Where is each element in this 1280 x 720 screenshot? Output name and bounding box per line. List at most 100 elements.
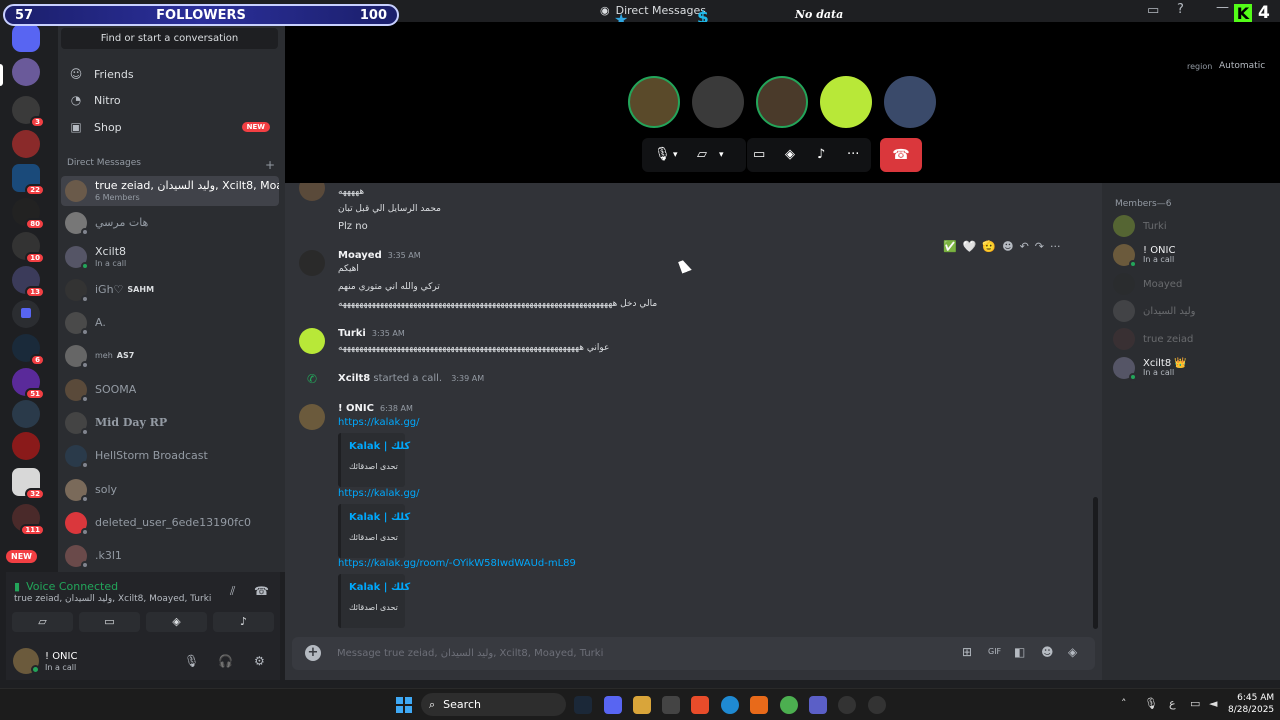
- chat-scrollbar[interactable]: [1093, 497, 1098, 629]
- home-discord-icon[interactable]: [12, 24, 40, 52]
- member-item[interactable]: ! ONIC In a call: [1113, 242, 1273, 268]
- call-participant-avatar[interactable]: [884, 76, 936, 128]
- gif-icon[interactable]: GIF: [988, 647, 1001, 656]
- dm-item[interactable]: Xcilt8 In a call: [61, 242, 279, 272]
- dm-item[interactable]: .k3l1: [61, 541, 279, 571]
- screen-share-button[interactable]: ▭: [79, 612, 140, 632]
- reaction-salute[interactable]: 🫡: [982, 240, 996, 253]
- server-icon[interactable]: 3: [12, 96, 45, 128]
- server-icon[interactable]: 6: [12, 334, 45, 366]
- server-icon[interactable]: 10: [12, 232, 45, 264]
- nav-shop[interactable]: ▣ Shop NEW: [66, 115, 278, 139]
- server-icon[interactable]: 111: [12, 504, 45, 536]
- server-icon[interactable]: [12, 130, 40, 158]
- app-icon[interactable]: [662, 696, 680, 714]
- call-participant-avatar[interactable]: [628, 76, 680, 128]
- server-icon[interactable]: 13: [12, 266, 45, 298]
- dm-item[interactable]: SOOMA: [61, 375, 279, 405]
- microphone-icon[interactable]: 🎙: [654, 147, 671, 162]
- tray-chevron-icon[interactable]: ˄: [1121, 697, 1127, 710]
- dm-item[interactable]: soly: [61, 475, 279, 505]
- server-icon[interactable]: 80: [12, 198, 45, 230]
- screen-share-icon[interactable]: ▭: [753, 147, 765, 162]
- message-input[interactable]: [337, 645, 897, 662]
- nav-nitro[interactable]: ◔ Nitro: [66, 88, 278, 112]
- activity-icon[interactable]: ◈: [785, 147, 795, 162]
- apps-icon[interactable]: ◈: [1068, 645, 1077, 659]
- taskbar-clock[interactable]: 6:45 AM 8/28/2025: [1228, 693, 1274, 716]
- server-icon[interactable]: 32: [12, 468, 45, 500]
- server-icon[interactable]: [12, 432, 40, 460]
- embed-title[interactable]: Kalak | كلك: [349, 441, 410, 452]
- message-link[interactable]: https://kalak.gg/: [338, 417, 420, 428]
- soundboard-button[interactable]: ♪: [213, 612, 274, 632]
- minimize-icon[interactable]: —: [1216, 0, 1229, 15]
- activity-button[interactable]: ◈: [146, 612, 207, 632]
- help-icon[interactable]: ?: [1177, 2, 1184, 17]
- chrome-icon[interactable]: [780, 696, 798, 714]
- more-icon[interactable]: ···: [847, 147, 859, 162]
- server-icon[interactable]: 22: [12, 164, 45, 196]
- server-icon[interactable]: 51: [12, 368, 45, 400]
- file-explorer-icon[interactable]: [633, 696, 651, 714]
- reply-icon[interactable]: ↶: [1020, 240, 1029, 253]
- message-avatar[interactable]: [299, 250, 325, 276]
- member-item[interactable]: Moayed: [1113, 271, 1273, 297]
- add-dm-plus-icon[interactable]: +: [265, 158, 275, 172]
- message-author[interactable]: ! ONIC 6:38 AM: [338, 403, 413, 414]
- message-link[interactable]: https://kalak.gg/room/-OYikW58IwdWAUd-mL…: [338, 558, 576, 569]
- disconnect-icon[interactable]: ☎: [254, 584, 269, 598]
- member-item[interactable]: Turki: [1113, 213, 1273, 239]
- volume-icon[interactable]: ◄: [1209, 697, 1217, 710]
- discord-taskbar-icon[interactable]: [604, 696, 622, 714]
- server-icon[interactable]: [12, 400, 40, 428]
- microphone-icon[interactable]: 🎙: [1144, 697, 1158, 710]
- settings-gear-icon[interactable]: ⚙: [254, 654, 265, 668]
- add-reaction-icon[interactable]: ☻: [1002, 240, 1013, 253]
- windows-start-icon[interactable]: [396, 697, 412, 713]
- more-icon[interactable]: ···: [1050, 240, 1061, 253]
- folder-icon[interactable]: [12, 300, 40, 328]
- dm-item[interactable]: iGh♡ SAHM: [61, 275, 279, 305]
- message-author[interactable]: Turki 3:35 AM: [338, 328, 405, 339]
- reaction-heart[interactable]: 🤍: [963, 240, 977, 253]
- emoji-icon[interactable]: ☻: [1041, 645, 1054, 659]
- headphones-icon[interactable]: 🎧: [218, 654, 233, 668]
- find-conversation-button[interactable]: Find or start a conversation: [61, 28, 278, 49]
- hang-up-button[interactable]: ☎: [880, 138, 922, 172]
- member-item[interactable]: وليد السيدان: [1113, 298, 1273, 324]
- forward-icon[interactable]: ↷: [1035, 240, 1044, 253]
- message-avatar[interactable]: [299, 404, 325, 430]
- dm-item[interactable]: Mid Day RP: [61, 408, 279, 438]
- sticker-icon[interactable]: ◧: [1014, 645, 1025, 659]
- steam-icon[interactable]: [574, 696, 592, 714]
- camera-button[interactable]: ▱: [12, 612, 73, 632]
- gift-icon[interactable]: ⊞: [962, 645, 972, 659]
- edge-icon[interactable]: [721, 696, 739, 714]
- message-link[interactable]: https://kalak.gg/: [338, 488, 420, 499]
- dm-item[interactable]: HellStorm Broadcast: [61, 441, 279, 471]
- reaction-check[interactable]: ✅: [943, 240, 957, 253]
- dm-item-group[interactable]: true zeiad, وليد السيدان, Xcilt8, Moaye.…: [61, 176, 279, 206]
- nav-friends[interactable]: ☺ Friends: [66, 62, 278, 86]
- chevron-down-icon[interactable]: ▾: [673, 150, 678, 160]
- message-author[interactable]: Moayed 3:35 AM: [338, 250, 421, 261]
- soundboard-icon[interactable]: ♪: [817, 147, 825, 162]
- message-avatar[interactable]: [299, 328, 325, 354]
- embed-title[interactable]: Kalak | كلك: [349, 512, 410, 523]
- inbox-icon[interactable]: ▭: [1147, 3, 1159, 18]
- language-indicator[interactable]: ع: [1169, 697, 1176, 710]
- app-icon[interactable]: [691, 696, 709, 714]
- noise-suppression-icon[interactable]: ⫽: [230, 584, 235, 599]
- app-icon[interactable]: [750, 696, 768, 714]
- call-participant-avatar[interactable]: [820, 76, 872, 128]
- call-participant-avatar[interactable]: [692, 76, 744, 128]
- member-item[interactable]: true zeiad: [1113, 326, 1273, 352]
- attach-plus-icon[interactable]: +: [305, 645, 321, 661]
- teams-icon[interactable]: [809, 696, 827, 714]
- app-icon[interactable]: [868, 696, 886, 714]
- server-icon[interactable]: [12, 58, 40, 86]
- app-icon[interactable]: [838, 696, 856, 714]
- network-icon[interactable]: ▭: [1190, 697, 1200, 710]
- region-select[interactable]: Automatic: [1219, 61, 1265, 71]
